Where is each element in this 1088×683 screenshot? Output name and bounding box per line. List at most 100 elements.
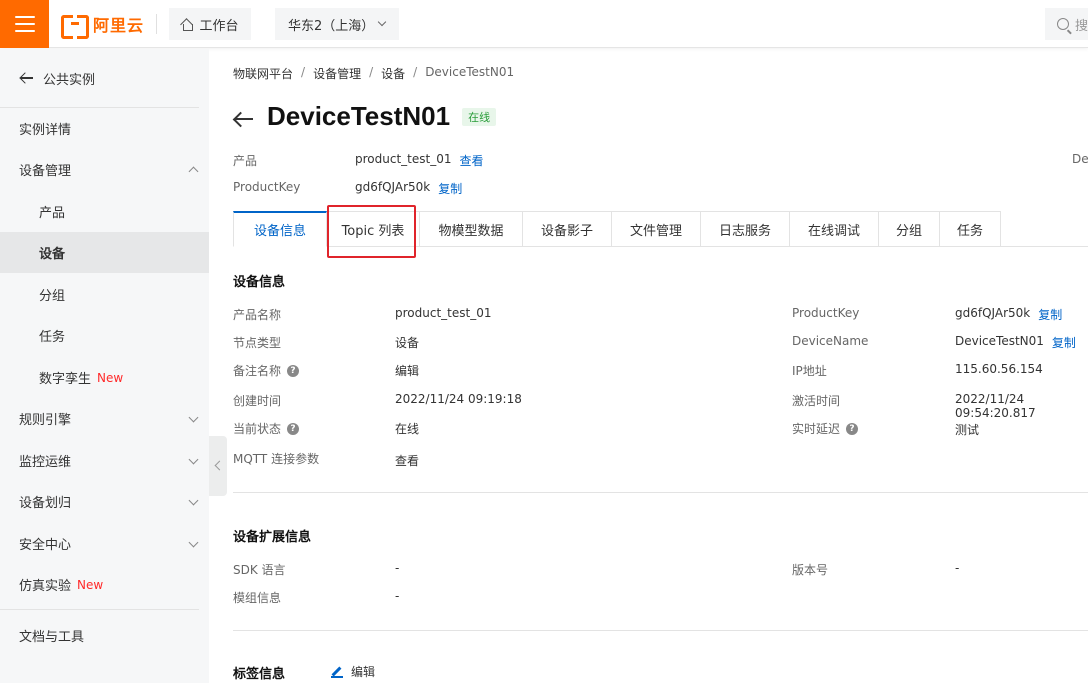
- tab-device-shadow[interactable]: 设备影子: [523, 211, 612, 247]
- sidebar-divider: [0, 609, 199, 610]
- sidebar-item-product[interactable]: 产品: [0, 191, 209, 232]
- chevron-down-icon: [188, 412, 199, 423]
- aliyun-logo[interactable]: 阿里云: [61, 12, 145, 39]
- help-icon[interactable]: ?: [846, 422, 859, 435]
- tab-file-management[interactable]: 文件管理: [612, 211, 701, 247]
- help-icon[interactable]: ?: [287, 364, 300, 377]
- breadcrumb: 物联网平台 / 设备管理 / 设备 / DeviceTestN01: [233, 65, 514, 82]
- productkey-value-row: gd6fQJAr50k 复制: [355, 180, 462, 197]
- field-label: 版本号: [792, 563, 829, 577]
- tab-online-debug[interactable]: 在线调试: [790, 211, 879, 247]
- field-value: DeviceTestN01: [955, 334, 1044, 348]
- breadcrumb-separator: /: [413, 65, 418, 79]
- field-label: MQTT 连接参数: [233, 452, 320, 466]
- top-bar: 阿里云 工作台 华东2（上海） 搜: [0, 0, 1088, 48]
- tab-thing-model-data[interactable]: 物模型数据: [420, 211, 523, 247]
- page-header: DeviceTestN01 在线: [233, 100, 497, 132]
- region-selector[interactable]: 华东2（上海）: [275, 8, 399, 40]
- devicesecret-label-cut: Dev: [1072, 152, 1088, 166]
- sidebar-item-label: 仿真实验: [19, 579, 72, 594]
- back-arrow-icon[interactable]: [233, 111, 253, 127]
- copy-link[interactable]: 复制: [1052, 334, 1076, 351]
- search-placeholder: 搜: [1075, 18, 1088, 34]
- aliyun-logo-icon: [61, 15, 89, 39]
- tab-task[interactable]: 任务: [940, 211, 1001, 247]
- sidebar-item-monitoring[interactable]: 监控运维: [0, 440, 209, 481]
- productkey-value: gd6fQJAr50k: [355, 180, 431, 194]
- chevron-down-icon: [188, 495, 199, 506]
- view-mqtt-link[interactable]: 查看: [395, 452, 419, 469]
- back-label: 公共实例: [43, 72, 96, 88]
- sidebar-collapse-handle[interactable]: [209, 436, 227, 496]
- search-icon: [1057, 18, 1069, 30]
- breadcrumb-device[interactable]: 设备: [381, 65, 405, 82]
- chevron-up-icon: [188, 166, 199, 177]
- field-label-remark: 备注名称 ?: [233, 362, 300, 379]
- sidebar-item-label: 文档与工具: [19, 630, 85, 645]
- field-value: 在线: [395, 422, 420, 436]
- sidebar-item-label: 安全中心: [19, 538, 72, 553]
- field-label: ProductKey: [792, 306, 860, 320]
- sidebar-item-label: 实例详情: [19, 123, 72, 138]
- sidebar-item-digital-twin[interactable]: 数字孪生 New: [0, 357, 209, 398]
- field-value: 设备: [395, 336, 420, 350]
- section-divider: [233, 630, 1088, 631]
- sidebar-item-security-center[interactable]: 安全中心: [0, 523, 209, 564]
- sidebar-item-docs-tools[interactable]: 文档与工具: [0, 615, 209, 656]
- field-value: gd6fQJAr50k: [955, 306, 1031, 320]
- sidebar-item-label: 设备管理: [19, 164, 72, 179]
- help-icon[interactable]: ?: [287, 422, 300, 435]
- section-divider: [233, 492, 1088, 493]
- test-latency-link[interactable]: 测试: [955, 421, 979, 438]
- sidebar-item-simulation[interactable]: 仿真实验 New: [0, 564, 209, 605]
- field-value-row: DeviceTestN01 复制: [955, 334, 1076, 351]
- workbench-button[interactable]: 工作台: [169, 8, 251, 40]
- productkey-label: ProductKey: [233, 180, 301, 194]
- page-title: DeviceTestN01: [267, 100, 451, 131]
- sidebar-item-label: 监控运维: [19, 455, 72, 470]
- field-label: 节点类型: [233, 336, 282, 350]
- menu-icon[interactable]: [0, 0, 49, 48]
- field-value: product_test_01: [395, 306, 492, 320]
- view-product-link[interactable]: 查看: [459, 152, 483, 169]
- sidebar-item-group[interactable]: 分组: [0, 274, 209, 315]
- search-input[interactable]: 搜: [1045, 8, 1088, 40]
- breadcrumb-separator: /: [301, 65, 306, 79]
- field-label-latency: 实时延迟 ?: [792, 420, 859, 437]
- new-badge: New: [77, 577, 104, 592]
- logo-text: 阿里云: [93, 16, 145, 35]
- field-value: 2022/11/24 09:54:20.817: [955, 392, 1036, 420]
- sidebar-item-label: 任务: [39, 330, 66, 345]
- field-label-status: 当前状态 ?: [233, 420, 300, 437]
- back-to-instances[interactable]: 公共实例: [0, 49, 209, 107]
- product-value-row: product_test_01 查看: [355, 152, 483, 169]
- copy-link[interactable]: 复制: [1038, 306, 1062, 323]
- edit-tags-label: 编辑: [351, 665, 376, 679]
- device-info-title: 设备信息: [233, 275, 286, 290]
- tab-group[interactable]: 分组: [879, 211, 940, 247]
- field-label: SDK 语言: [233, 563, 286, 577]
- breadcrumb-iot-platform[interactable]: 物联网平台: [233, 65, 293, 82]
- product-value: product_test_01: [355, 152, 452, 166]
- breadcrumb-device-management[interactable]: 设备管理: [313, 65, 361, 82]
- breadcrumb-separator: /: [369, 65, 374, 79]
- sidebar-item-device-management[interactable]: 设备管理: [0, 149, 209, 190]
- sidebar-item-label: 规则引擎: [19, 413, 72, 428]
- tab-log-service[interactable]: 日志服务: [701, 211, 790, 247]
- edit-remark-link[interactable]: 编辑: [395, 362, 419, 379]
- sidebar-item-rule-engine[interactable]: 规则引擎: [0, 398, 209, 439]
- sidebar-item-instance-detail[interactable]: 实例详情: [0, 108, 209, 149]
- tab-device-info[interactable]: 设备信息: [233, 211, 327, 247]
- field-label: IP地址: [792, 364, 827, 378]
- sidebar-item-label: 设备: [39, 247, 66, 262]
- home-icon: [181, 19, 194, 31]
- field-label: 激活时间: [792, 394, 841, 408]
- sidebar-item-device[interactable]: 设备: [0, 232, 209, 273]
- sidebar-item-task[interactable]: 任务: [0, 315, 209, 356]
- product-label: 产品: [233, 154, 258, 168]
- field-label: 模组信息: [233, 591, 282, 605]
- field-value: -: [395, 589, 400, 603]
- sidebar-item-device-assignment[interactable]: 设备划归: [0, 481, 209, 522]
- copy-productkey-link[interactable]: 复制: [438, 180, 462, 197]
- edit-tags-button[interactable]: 编辑: [331, 663, 375, 680]
